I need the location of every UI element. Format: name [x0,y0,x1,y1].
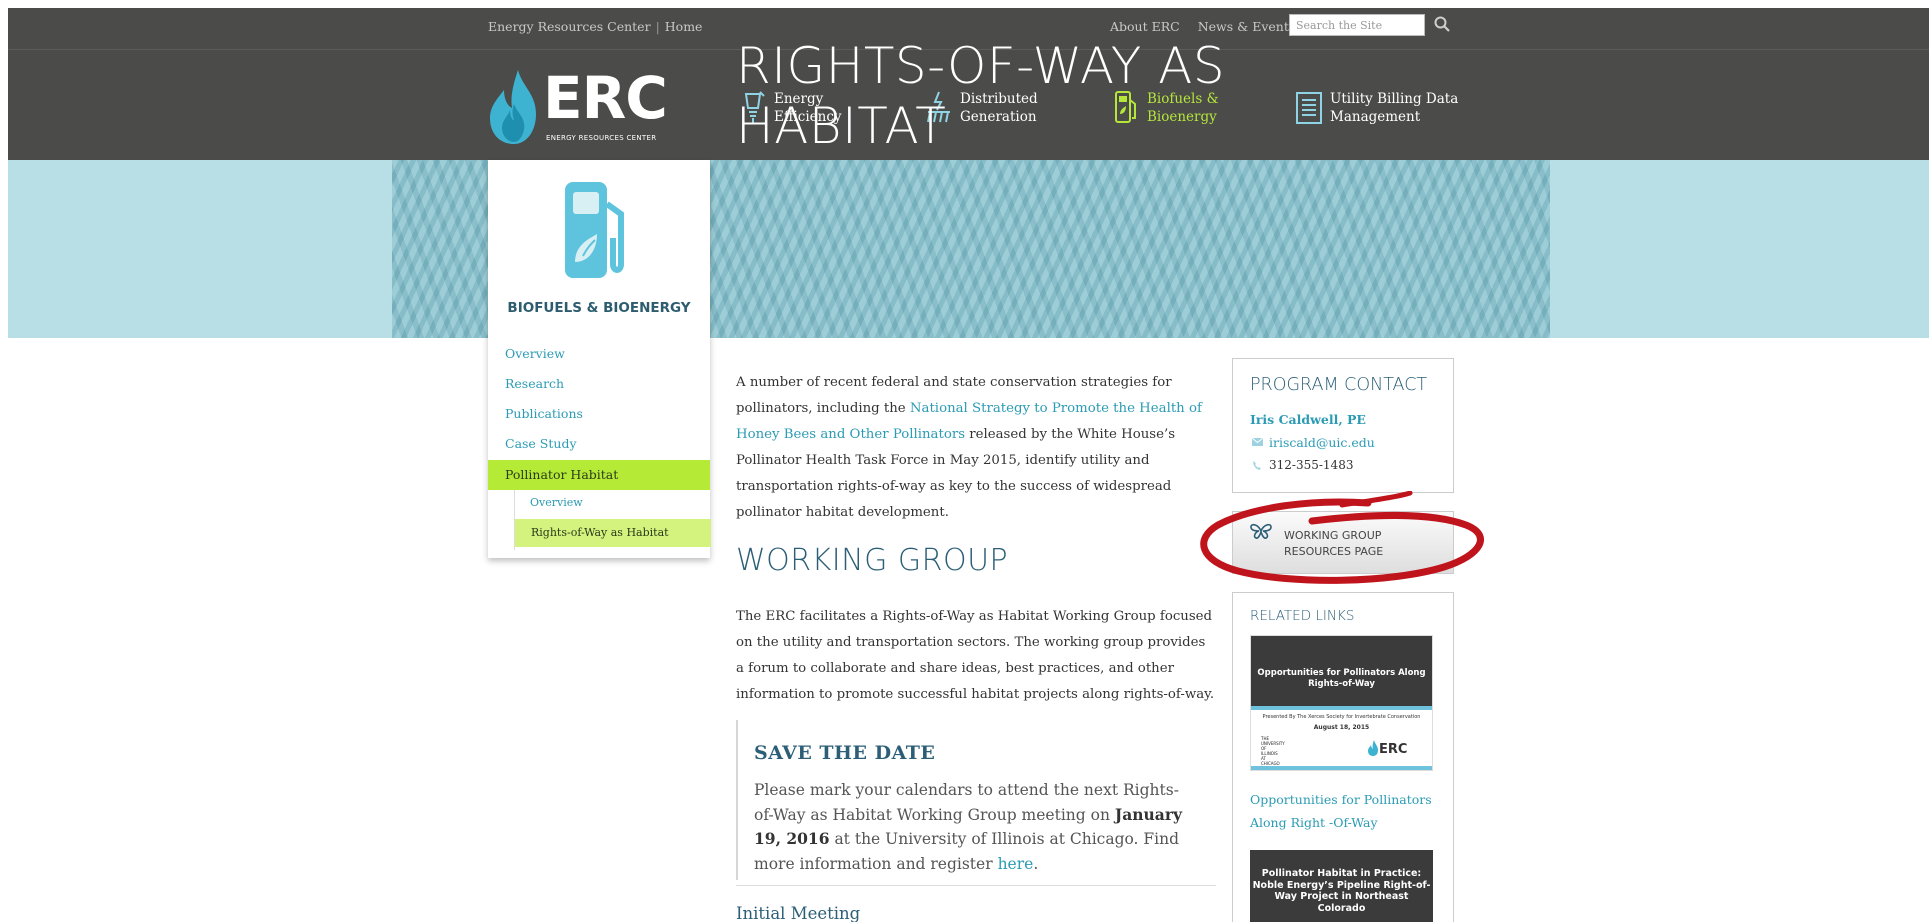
thumbnail-title: Pollinator Habitat in Practice: Noble En… [1252,868,1431,914]
program-contact-title: PROGRAM CONTACT [1250,375,1428,395]
register-here-link[interactable]: here [998,855,1034,873]
page-title: RIGHTS-OF-WAY AS HABITAT [736,37,1226,155]
sidebar-item-publications[interactable]: Publications [505,406,583,421]
working-group-paragraph: The ERC facilitates a Rights-of-Way as H… [736,604,1216,708]
flame-logo-icon [490,70,536,144]
contact-name: Iris Caldwell, PE [1250,412,1366,427]
section-sidebar: BIOFUELS & BIOENERGY Overview Research P… [488,160,711,558]
search-icon[interactable] [1433,15,1451,33]
save-text-end: . [1033,854,1039,873]
thumbnail-stripe [1251,706,1432,710]
resources-label-line2: RESOURCES PAGE [1284,545,1384,558]
sidebar-item-pollinator-habitat[interactable]: Pollinator Habitat [488,460,710,490]
working-group-resources-button[interactable]: WORKING GROUP RESOURCES PAGE [1232,511,1454,574]
sidebar-item-overview[interactable]: Overview [505,346,565,361]
divider [736,885,1216,886]
thumbnail-stripe [1251,766,1432,770]
subnav-item-rights-of-way[interactable]: Rights-of-Way as Habitat [515,519,711,547]
erc-logo-small: ERC [1379,742,1408,757]
sidebar-item-research[interactable]: Research [505,376,564,391]
fuel-pump-icon [565,182,624,278]
erc-flame-icon [1368,740,1378,756]
subnav-item-label: Rights-of-Way as Habitat [531,526,669,539]
save-the-date-text: Please mark your calendars to attend the… [754,778,1194,876]
sidebar-subnav: Overview Rights-of-Way as Habitat [514,490,711,550]
phone-icon [1253,461,1261,470]
contact-phone: 312-355-1483 [1269,458,1354,472]
save-the-date-callout: SAVE THE DATE Please mark your calendars… [736,720,1218,880]
breadcrumb: Energy Resources Center | Home [488,19,702,34]
resources-label-line1: WORKING GROUP [1284,529,1382,542]
program-contact-box: PROGRAM CONTACT Iris Caldwell, PE irisca… [1232,358,1454,493]
envelope-icon [1252,438,1263,446]
working-group-heading: WORKING GROUP [736,543,1009,578]
related-thumbnail-1[interactable]: Opportunities for Pollinators Along Righ… [1250,635,1433,771]
logo-wordmark: ERC [543,64,668,132]
logo-subtitle: ENERGY RESOURCES CENTER [546,134,657,142]
sidebar-item-label: Pollinator Habitat [505,467,619,482]
contact-email-link[interactable]: iriscald@uic.edu [1269,435,1375,450]
initial-meeting-heading[interactable]: Initial Meeting [736,904,860,922]
sidebar-section-title: BIOFUELS & BIOENERGY [507,300,691,316]
related-links-box: RELATED LINKS Opportunities for Pollinat… [1232,592,1454,922]
about-erc-link[interactable]: About ERC [1110,19,1180,34]
butterfly-icon [1250,523,1272,539]
related-thumbnail-2[interactable]: Pollinator Habitat in Practice: Noble En… [1250,850,1433,922]
document-icon [1296,92,1322,124]
news-events-link[interactable]: News & Events [1198,19,1296,34]
related-link-1[interactable]: Opportunities for Pollinators Along Righ… [1250,788,1440,834]
resources-button-label: WORKING GROUP RESOURCES PAGE [1284,528,1424,560]
erc-logo[interactable]: ERC ENERGY RESOURCES CENTER [488,64,668,148]
working-group-text: The ERC facilitates a Rights-of-Way as H… [736,609,1215,702]
thumbnail-presenter: Presented By The Xerces Society for Inve… [1262,714,1421,720]
uic-logo: THE UNIVERSITY OF ILLINOIS AT CHICAGO [1261,736,1285,766]
thumbnail-date: August 18, 2015 [1313,724,1370,731]
subnav-item-overview[interactable]: Overview [530,496,583,509]
breadcrumb-separator: | [655,19,660,34]
nav-label-line2: Management [1330,109,1421,125]
nav-label-line1: Utility Billing Data [1330,91,1459,107]
thumbnail-title: Opportunities for Pollinators Along Righ… [1257,668,1426,689]
page: Energy Resources Center | Home About ERC N… [8,8,1929,922]
thumbnail-header: Opportunities for Pollinators Along Righ… [1251,636,1432,706]
search-input[interactable]: Search the Site [1289,14,1425,36]
sidebar-header: BIOFUELS & BIOENERGY [488,160,710,338]
utility-links: About ERC News & Events [1110,19,1309,34]
nav-utility-billing[interactable]: Utility Billing Data Management [1294,90,1458,126]
intro-paragraph: A number of recent federal and state con… [736,370,1216,526]
breadcrumb-site-link[interactable]: Energy Resources Center [488,19,651,34]
hero-banner [8,160,1929,338]
related-links-title: RELATED LINKS [1250,608,1355,624]
sidebar-item-case-study[interactable]: Case Study [505,436,577,451]
breadcrumb-home-link[interactable]: Home [665,19,703,34]
save-the-date-heading: SAVE THE DATE [754,742,936,764]
